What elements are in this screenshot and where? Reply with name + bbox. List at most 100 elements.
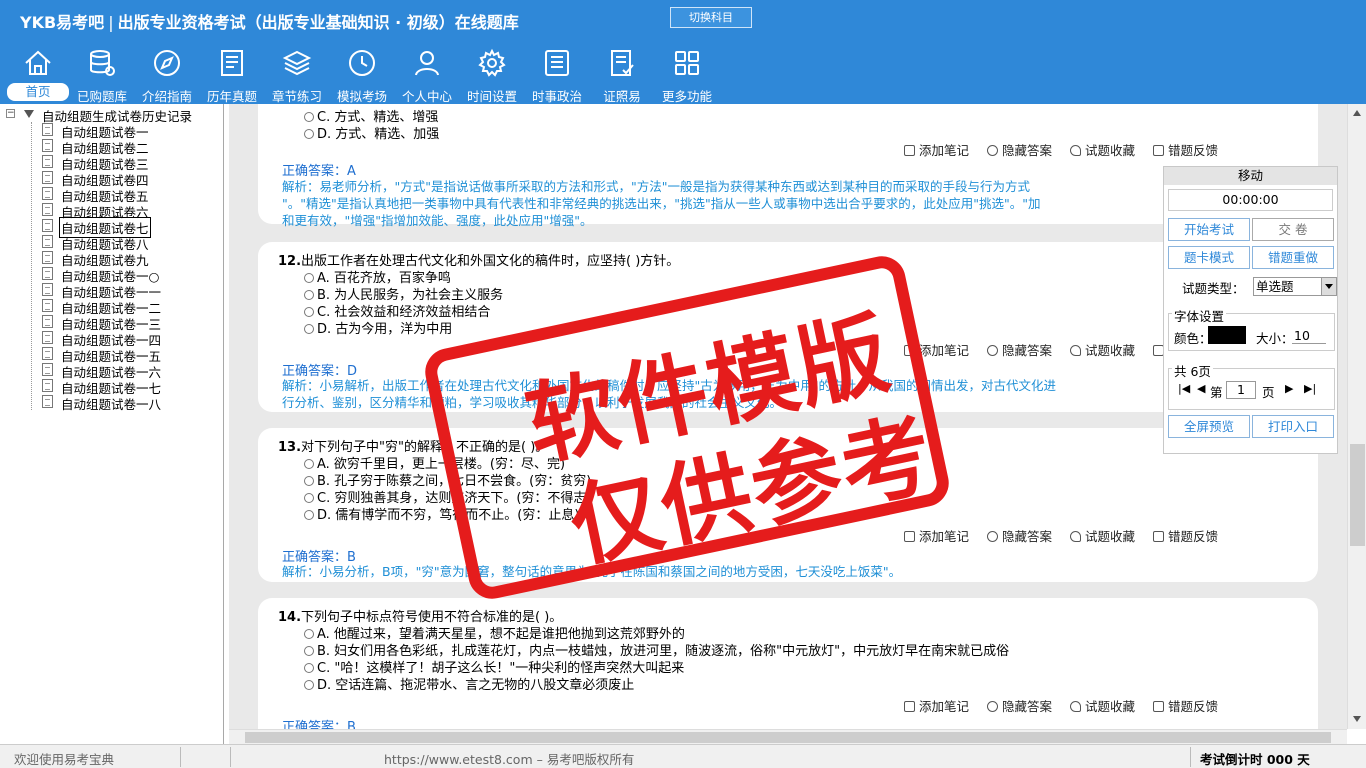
question-card-11: C. 方式、精选、增强 D. 方式、精选、加强 添加笔记 隐藏答案 试题收藏 错… <box>258 104 1318 228</box>
color-label: 颜色： <box>1174 331 1212 346</box>
correct-answer: 正确答案：A <box>282 164 356 179</box>
nav-mock-exam[interactable]: 模拟考场 <box>333 48 391 104</box>
chevron-down-icon[interactable] <box>1321 278 1336 295</box>
start-exam-button[interactable]: 开始考试 <box>1168 218 1250 241</box>
layers-icon <box>282 50 312 76</box>
correct-answer: 正确答案：B <box>282 720 356 729</box>
print-button[interactable]: 打印入口 <box>1252 415 1334 438</box>
scroll-up-icon[interactable] <box>1353 110 1361 116</box>
eye-icon <box>986 145 998 156</box>
nav-profile[interactable]: 个人中心 <box>398 48 456 104</box>
question-type-label: 试题类型： <box>1182 281 1245 296</box>
fullscreen-preview-button[interactable]: 全屏预览 <box>1168 415 1250 438</box>
eye-icon <box>986 531 998 542</box>
size-label: 大小： <box>1256 331 1294 346</box>
option-d[interactable]: D. 古为今用，洋为中用 <box>304 318 452 337</box>
nav-more[interactable]: 更多功能 <box>658 48 716 104</box>
nav-purchased[interactable]: 已购题库 <box>73 48 131 104</box>
last-page-icon[interactable]: ▶| <box>1304 382 1316 395</box>
add-note-button[interactable]: 添加笔记 <box>903 343 969 358</box>
nav-certificate[interactable]: 证照易 <box>596 48 648 104</box>
add-note-button[interactable]: 添加笔记 <box>903 143 969 158</box>
home-icon <box>25 50 51 75</box>
hide-answer-button[interactable]: 隐藏答案 <box>986 699 1052 714</box>
radio-icon[interactable] <box>304 493 314 503</box>
nav-time-settings-label: 时间设置 <box>466 89 517 104</box>
favorite-button[interactable]: 试题收藏 <box>1069 143 1135 158</box>
eye-icon <box>986 701 998 712</box>
panel-move-handle[interactable]: 移动 <box>1164 167 1337 185</box>
document-icon <box>42 139 53 152</box>
document-icon <box>42 155 53 168</box>
page-number-input[interactable]: 1 <box>1226 381 1256 399</box>
radio-icon[interactable] <box>304 646 314 656</box>
nav-certificate-label: 证照易 <box>603 89 641 104</box>
document-icon <box>42 379 53 392</box>
tree-item-label: 自动组题试卷一八 <box>61 397 162 412</box>
option-d[interactable]: D. 空话连篇、拖泥带水、言之无物的八股文章必须废止 <box>304 674 634 693</box>
font-size-input[interactable]: 10 <box>1292 327 1326 344</box>
database-icon <box>90 50 115 76</box>
first-page-icon[interactable]: |◀ <box>1178 382 1190 395</box>
switch-subject-button[interactable]: 切换科目 <box>670 7 752 28</box>
radio-icon[interactable] <box>304 129 314 139</box>
page-count-label: 共 6页 <box>1172 361 1213 380</box>
user-icon <box>415 51 439 76</box>
radio-icon[interactable] <box>304 307 314 317</box>
feedback-button[interactable]: 错题反馈 <box>1152 529 1218 544</box>
hide-answer-button[interactable]: 隐藏答案 <box>986 343 1052 358</box>
nav-chapter[interactable]: 章节练习 <box>268 48 326 104</box>
radio-icon[interactable] <box>304 324 314 334</box>
add-note-button[interactable]: 添加笔记 <box>903 529 969 544</box>
favorite-button[interactable]: 试题收藏 <box>1069 699 1135 714</box>
scroll-thumb[interactable] <box>1350 444 1365 546</box>
nav-home[interactable]: 首页 <box>7 48 69 104</box>
font-settings-label: 字体设置 <box>1172 306 1227 325</box>
question-type-select[interactable]: 单选题 <box>1253 277 1337 296</box>
radio-icon[interactable] <box>304 273 314 283</box>
submit-button[interactable]: 交 卷 <box>1252 218 1334 241</box>
redo-wrong-button[interactable]: 错题重做 <box>1252 246 1334 269</box>
horizontal-scrollbar[interactable] <box>229 729 1347 744</box>
radio-icon[interactable] <box>304 290 314 300</box>
prev-page-icon[interactable]: ◀ <box>1197 382 1205 395</box>
status-divider <box>1190 747 1191 767</box>
page-title: 出版专业资格考试（出版专业基础知识 · 初级）在线题库 <box>117 13 519 32</box>
radio-icon[interactable] <box>304 663 314 673</box>
option-d[interactable]: D. 儒有博学而不穷，笃行而不止。(穷：止息) <box>304 504 579 523</box>
feedback-button[interactable]: 错题反馈 <box>1152 143 1218 158</box>
hscroll-thumb[interactable] <box>245 732 1331 743</box>
feedback-button[interactable]: 错题反馈 <box>1152 699 1218 714</box>
question-tools: 添加笔记 隐藏答案 试题收藏 错题反馈 <box>890 526 1218 545</box>
scroll-down-icon[interactable] <box>1353 716 1361 722</box>
collapse-toggle-icon[interactable]: − <box>6 109 15 118</box>
radio-icon[interactable] <box>304 112 314 122</box>
hide-answer-button[interactable]: 隐藏答案 <box>986 529 1052 544</box>
nav-time-settings[interactable]: 时间设置 <box>463 48 521 104</box>
favorite-button[interactable]: 试题收藏 <box>1069 343 1135 358</box>
nav-current-affairs[interactable]: 时事政治 <box>528 48 586 104</box>
radio-icon[interactable] <box>304 629 314 639</box>
nav-current-affairs-label: 时事政治 <box>531 89 582 104</box>
report-icon <box>1152 531 1164 542</box>
next-page-icon[interactable]: ▶ <box>1285 382 1293 395</box>
pencil-icon <box>903 701 915 712</box>
grid-icon <box>675 51 699 75</box>
nav-past-papers[interactable]: 历年真题 <box>203 48 261 104</box>
radio-icon[interactable] <box>304 476 314 486</box>
hide-answer-button[interactable]: 隐藏答案 <box>986 143 1052 158</box>
radio-icon[interactable] <box>304 510 314 520</box>
vertical-scrollbar[interactable] <box>1347 104 1366 729</box>
status-welcome: 欢迎使用易考宝典 <box>14 752 115 767</box>
color-swatch[interactable] <box>1208 326 1246 344</box>
add-note-button[interactable]: 添加笔记 <box>903 699 969 714</box>
radio-icon[interactable] <box>304 680 314 690</box>
document-icon <box>42 219 53 232</box>
option-d[interactable]: D. 方式、精选、加强 <box>304 123 439 142</box>
question-card-12: 12.出版工作者在处理古代文化和外国文化的稿件时，应坚持( )方针。 A. 百花… <box>258 242 1318 412</box>
report-icon <box>1152 145 1164 156</box>
card-mode-button[interactable]: 题卡模式 <box>1168 246 1250 269</box>
nav-guide[interactable]: 介绍指南 <box>138 48 196 104</box>
favorite-button[interactable]: 试题收藏 <box>1069 529 1135 544</box>
radio-icon[interactable] <box>304 459 314 469</box>
